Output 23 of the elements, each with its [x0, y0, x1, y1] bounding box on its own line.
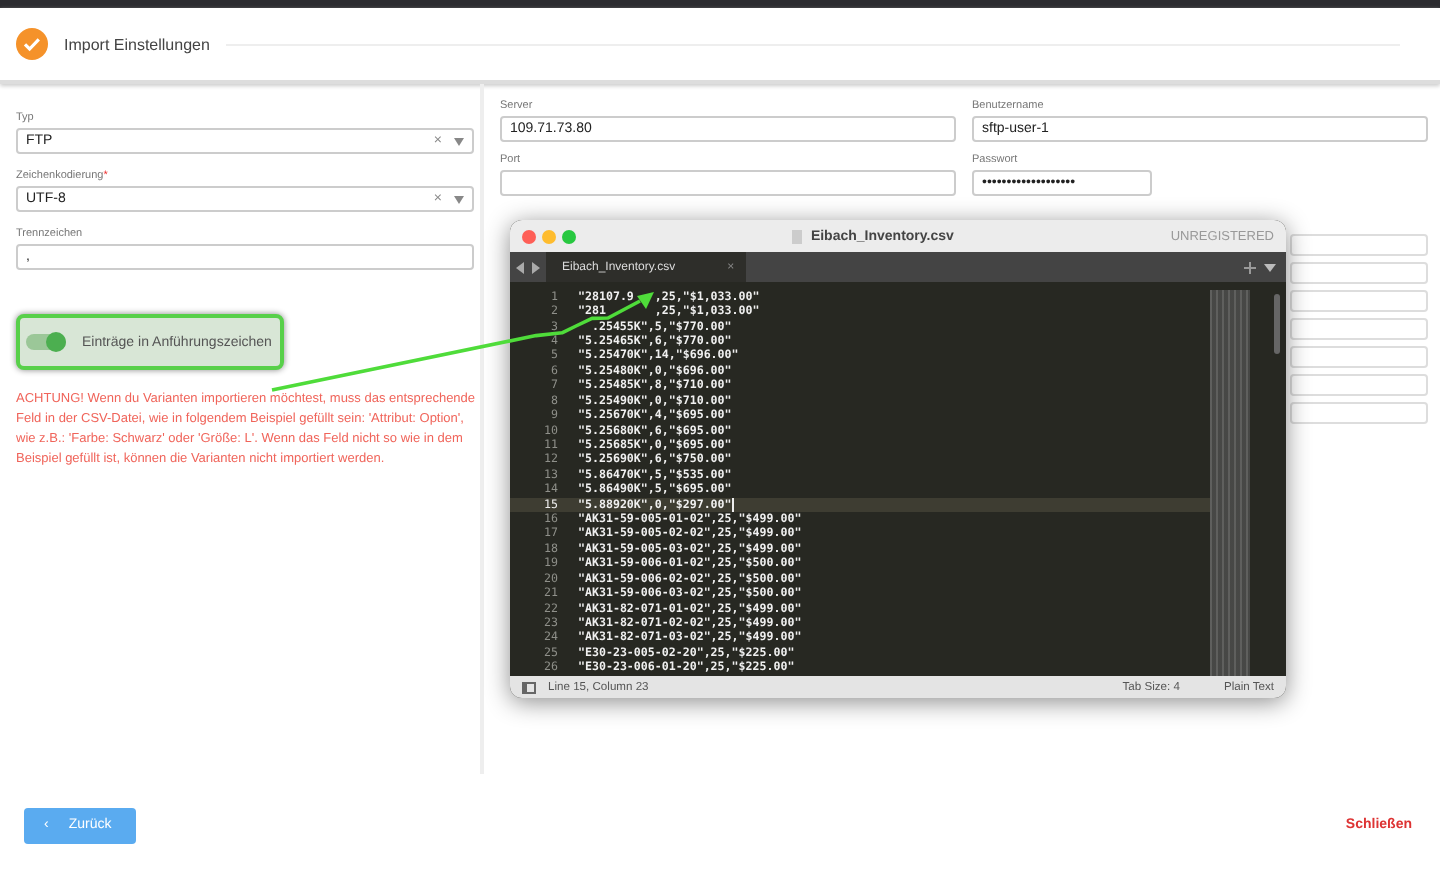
caret-icon: [454, 137, 464, 145]
input-field[interactable]: [1290, 374, 1428, 396]
caret-icon: [454, 195, 464, 203]
step-title: Import Einstellungen: [64, 35, 210, 53]
sidebar-icon[interactable]: [522, 681, 536, 693]
minimap[interactable]: [1210, 290, 1250, 676]
input-field[interactable]: [1290, 402, 1428, 424]
file-icon: [792, 229, 803, 243]
check-icon: [16, 28, 48, 60]
input-field[interactable]: [500, 170, 956, 196]
input-field[interactable]: [1290, 346, 1428, 368]
toggle-switch[interactable]: [26, 334, 66, 350]
plus-icon[interactable]: [1244, 261, 1256, 273]
scrollbar[interactable]: [1274, 294, 1280, 354]
input-field[interactable]: [1290, 290, 1428, 312]
nav-arrows-icon[interactable]: [514, 261, 542, 273]
close-dot[interactable]: [522, 229, 536, 243]
zoom-dot[interactable]: [562, 229, 576, 243]
input-field[interactable]: [1290, 318, 1428, 340]
input-field[interactable]: [1290, 234, 1428, 256]
input-field[interactable]: [1290, 262, 1428, 284]
minimize-dot[interactable]: [542, 229, 556, 243]
caret-icon[interactable]: [1264, 261, 1276, 273]
